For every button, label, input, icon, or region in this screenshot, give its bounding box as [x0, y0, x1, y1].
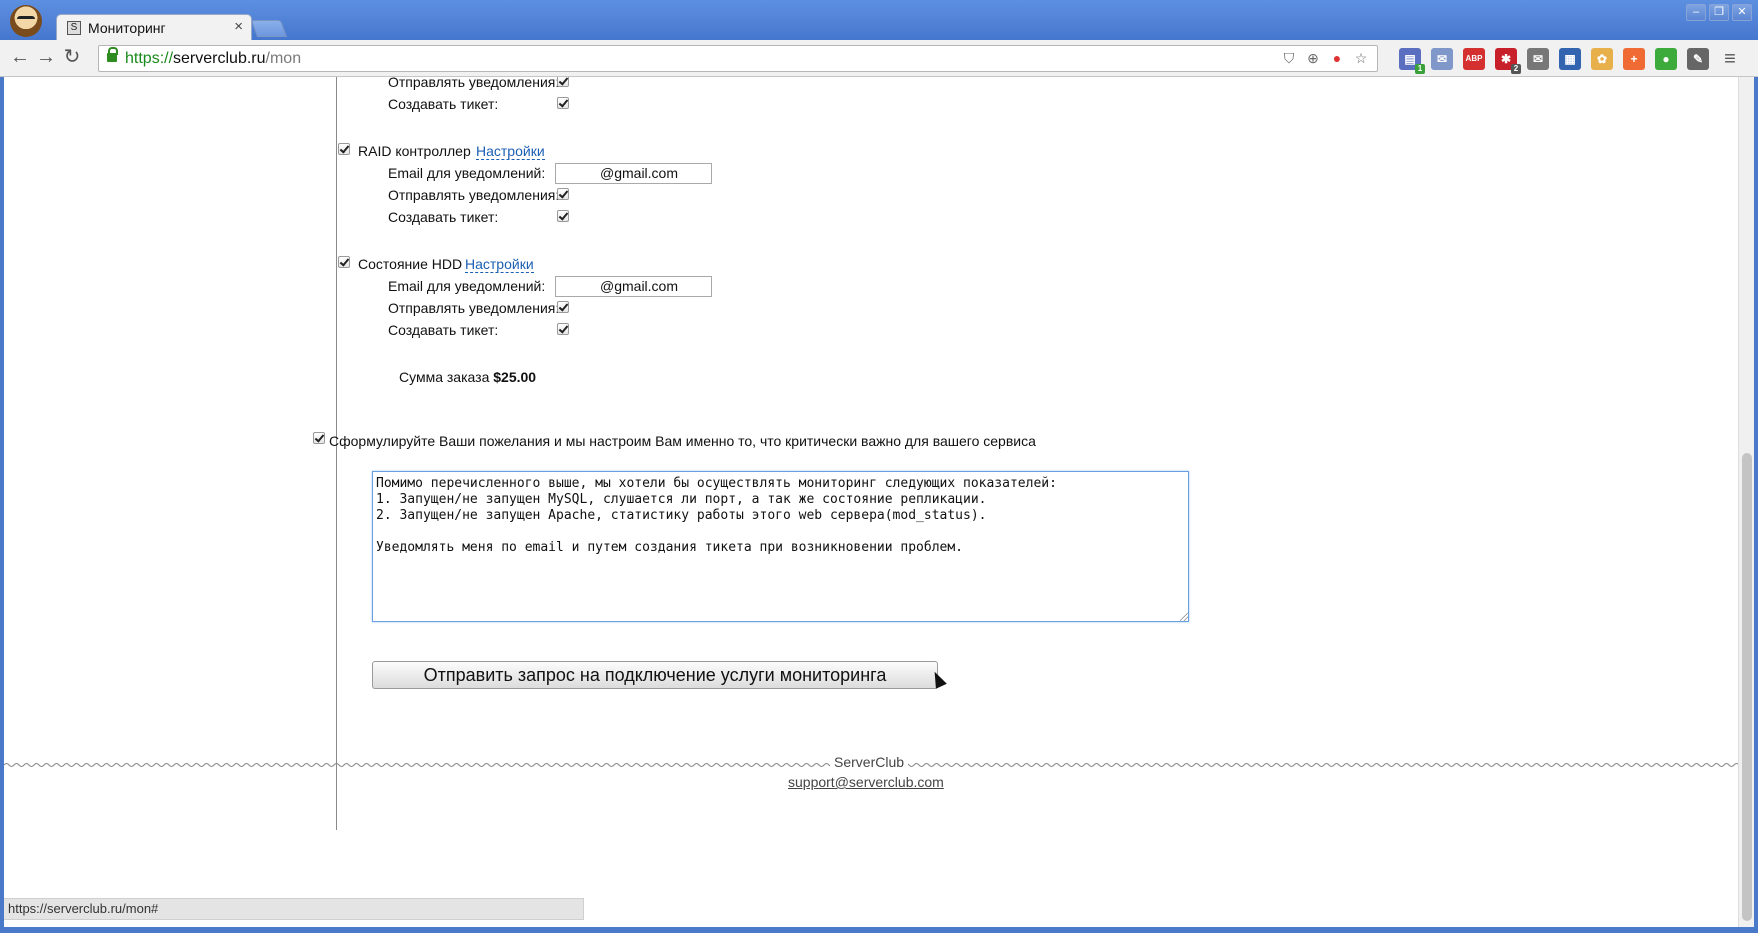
service-checkbox-raid[interactable]	[338, 143, 350, 155]
page-scrollbar[interactable]	[1738, 77, 1754, 927]
flower-ext-icon[interactable]: ✿	[1591, 48, 1613, 70]
service-checkbox-hdd[interactable]	[338, 256, 350, 268]
adblock-ext-icon[interactable]: ABP	[1463, 48, 1485, 70]
ticket-checkbox-hdd[interactable]	[557, 323, 569, 335]
ticket-label: Создавать тикет:	[388, 96, 499, 112]
wishes-textarea[interactable]: Помимо перечисленного выше, мы хотели бы…	[372, 471, 1189, 622]
site-favicon-icon: S	[67, 21, 81, 35]
scrollbar-thumb[interactable]	[1742, 453, 1752, 921]
reload-icon[interactable]: ↻	[60, 46, 84, 70]
mail-ext-icon[interactable]: ✉	[1431, 48, 1453, 70]
menu-icon[interactable]: ≡	[1719, 48, 1741, 70]
footer-support-email-link[interactable]: support@serverclub.com	[788, 774, 944, 790]
extension-badge: 1	[1415, 64, 1425, 74]
order-sum-label: Сумма заказа	[399, 369, 490, 385]
tab-monitoring[interactable]: S Мониторинг ×	[56, 14, 252, 41]
evernote-ext-icon[interactable]: ●	[1655, 48, 1677, 70]
browser-profile-avatar-icon[interactable]	[10, 5, 42, 37]
minimize-button[interactable]: –	[1686, 4, 1706, 21]
tab-title: Мониторинг	[88, 20, 166, 36]
tools-ext-icon[interactable]: ✎	[1687, 48, 1709, 70]
gmail-ext-icon[interactable]: ✉	[1527, 48, 1549, 70]
plus-ext-icon[interactable]: +	[1623, 48, 1645, 70]
textarea-resize-handle[interactable]	[1180, 613, 1188, 621]
new-tab-button[interactable]	[250, 20, 288, 37]
shield-icon[interactable]: ⛉	[1281, 50, 1297, 66]
notify-checkbox[interactable]	[557, 77, 569, 87]
url-text[interactable]: https://serverclub.ru/mon	[125, 50, 301, 68]
calculator-ext-icon[interactable]: ▦	[1559, 48, 1581, 70]
notify-label: Отправлять уведомления:	[388, 300, 560, 316]
wishes-label: Сформулируйте Ваши пожелания и мы настро…	[329, 433, 1036, 449]
notify-checkbox-hdd[interactable]	[557, 301, 569, 313]
footer-brand: ServerClub	[830, 754, 909, 770]
email-field-raid[interactable]: @gmail.com	[555, 163, 712, 184]
browser-toolbar: ← → ↻ https://serverclub.ru/mon ⛉ ⊕ ● ☆ …	[0, 40, 1758, 77]
tab-close-icon[interactable]: ×	[234, 18, 243, 35]
browser-titlebar: S Мониторинг × – ❐ ✕	[0, 0, 1758, 41]
notify-label: Отправлять уведомления:	[388, 187, 560, 203]
extension-icon[interactable]: ●	[1329, 50, 1345, 66]
forward-arrow-icon[interactable]: →	[34, 46, 58, 70]
extension-badge: 2	[1511, 64, 1521, 74]
settings-link-hdd[interactable]: Настройки	[465, 257, 534, 273]
order-sum-value: $25.00	[493, 369, 537, 385]
ticket-label: Создавать тикет:	[388, 322, 499, 338]
email-label: Email для уведомлений:	[388, 165, 546, 181]
sidebar-divider	[336, 77, 337, 830]
ticket-label: Создавать тикет:	[388, 209, 499, 225]
address-bar[interactable]: https://serverclub.ru/mon ⛉ ⊕ ● ☆	[98, 45, 1378, 72]
notify-checkbox-raid[interactable]	[557, 188, 569, 200]
zoom-icon[interactable]: ⊕	[1305, 50, 1321, 66]
service-name-raid: RAID контроллер	[358, 143, 471, 159]
close-window-button[interactable]: ✕	[1732, 4, 1752, 21]
email-field-hdd[interactable]: @gmail.com	[555, 276, 712, 297]
extensions-area: ▤ 1 ✉ ABP ✱ 2 ✉ ▦ ✿ + ● ✎ ≡	[1399, 48, 1741, 74]
back-arrow-icon[interactable]: ←	[8, 46, 32, 70]
maximize-button[interactable]: ❐	[1709, 4, 1729, 21]
star-icon[interactable]: ☆	[1353, 50, 1369, 66]
service-name-hdd: Состояние HDD	[358, 256, 463, 272]
order-sum: Сумма заказа $25.00	[399, 369, 536, 385]
lastpass-ext-icon[interactable]: ✱ 2	[1495, 48, 1521, 74]
lock-icon	[107, 47, 118, 62]
settings-link-raid[interactable]: Настройки	[476, 144, 545, 160]
wishes-checkbox[interactable]	[313, 432, 325, 444]
page-content: Отправлять уведомления: Создавать тикет:…	[4, 77, 1738, 927]
ticket-checkbox-raid[interactable]	[557, 210, 569, 222]
ticket-checkbox[interactable]	[557, 97, 569, 109]
window-controls: – ❐ ✕	[1686, 4, 1752, 21]
calendar-ext-icon[interactable]: ▤ 1	[1399, 48, 1425, 74]
submit-request-button[interactable]: Отправить запрос на подключение услуги м…	[372, 661, 938, 689]
email-label: Email для уведомлений:	[388, 278, 546, 294]
notify-label: Отправлять уведомления:	[388, 77, 560, 90]
status-bar-url: https://serverclub.ru/mon#	[4, 898, 584, 920]
